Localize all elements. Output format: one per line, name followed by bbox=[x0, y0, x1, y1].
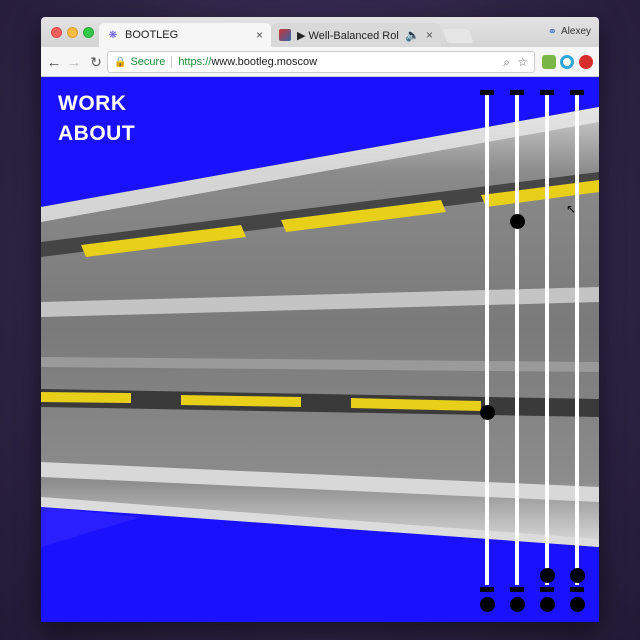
slider-2-knob[interactable] bbox=[509, 214, 525, 230]
lock-icon: 🔒 bbox=[114, 56, 127, 68]
nav-about-link[interactable]: ABOUT bbox=[58, 122, 135, 146]
nav-work-link[interactable]: WORK bbox=[58, 92, 127, 116]
slider-3-bottom-cap bbox=[540, 587, 554, 592]
back-arrow-icon[interactable]: ← bbox=[45, 53, 63, 71]
close-window-button[interactable] bbox=[51, 27, 62, 38]
tab-close-icon[interactable]: × bbox=[426, 28, 433, 42]
extension-ring-icon[interactable] bbox=[560, 55, 574, 69]
page-content: WORK ABOUT ↖ bbox=[41, 77, 599, 622]
secure-label: Secure bbox=[130, 56, 173, 68]
audio-icon[interactable]: 🔈 bbox=[405, 28, 420, 42]
profile-name: Alexey bbox=[560, 26, 591, 37]
profile-button[interactable]: ⚭ Alexey bbox=[548, 25, 591, 38]
url-scheme: https:// bbox=[178, 56, 212, 68]
browser-window: ❋ BOOTLEG × ▶ Well-Balanced Rollback 🔈 ×… bbox=[41, 17, 599, 622]
slider-1-track[interactable] bbox=[485, 90, 489, 585]
slider-2-bottom-cap bbox=[510, 587, 524, 592]
video-favicon-icon bbox=[279, 29, 291, 41]
slider-3-base[interactable] bbox=[539, 597, 555, 612]
zoom-icon[interactable]: ⌕ bbox=[503, 55, 510, 70]
tab-title: BOOTLEG bbox=[125, 29, 179, 41]
slider-4-knob[interactable] bbox=[569, 567, 585, 583]
slider-4-track[interactable] bbox=[575, 90, 579, 585]
slider-2-base[interactable] bbox=[509, 597, 525, 612]
maximize-window-button[interactable] bbox=[83, 27, 94, 38]
slider-3-track[interactable] bbox=[545, 90, 549, 585]
forward-arrow-icon[interactable]: → bbox=[65, 53, 83, 71]
slider-3-knob[interactable] bbox=[539, 567, 555, 583]
bookmark-star-icon[interactable]: ☆ bbox=[517, 55, 528, 69]
extension-puzzle-icon[interactable] bbox=[542, 55, 556, 69]
slider-2-top-cap bbox=[510, 90, 524, 95]
slider-2-track[interactable] bbox=[515, 90, 519, 585]
minimize-window-button[interactable] bbox=[67, 27, 78, 38]
slider-1-top-cap bbox=[480, 90, 494, 95]
mouse-cursor-icon: ↖ bbox=[566, 202, 577, 216]
slider-1-bottom-cap bbox=[480, 587, 494, 592]
tab-video[interactable]: ▶ Well-Balanced Rollback 🔈 × bbox=[271, 23, 441, 47]
url-host: www.bootleg.moscow bbox=[211, 56, 318, 68]
new-tab-button[interactable] bbox=[442, 29, 474, 43]
bootleg-favicon-icon: ❋ bbox=[108, 29, 118, 41]
tab-title: ▶ Well-Balanced Rollback bbox=[297, 29, 399, 42]
browser-toolbar: ← → ↻ 🔒 Secure https:// www.bootleg.mosc… bbox=[41, 47, 599, 77]
slider-4-top-cap bbox=[570, 90, 584, 95]
profile-icon: ⚭ bbox=[547, 26, 557, 38]
slider-3-top-cap bbox=[540, 90, 554, 95]
extension-stop-icon[interactable] bbox=[579, 55, 593, 69]
reload-icon[interactable]: ↻ bbox=[87, 53, 105, 71]
slider-1-base[interactable] bbox=[479, 597, 495, 612]
tab-close-icon[interactable]: × bbox=[256, 28, 263, 42]
tab-bootleg[interactable]: ❋ BOOTLEG × bbox=[99, 23, 271, 47]
title-bar: ❋ BOOTLEG × ▶ Well-Balanced Rollback 🔈 ×… bbox=[41, 17, 599, 47]
slider-1-knob[interactable] bbox=[479, 404, 495, 420]
slider-4-base[interactable] bbox=[569, 597, 585, 612]
slider-4-bottom-cap bbox=[570, 587, 584, 592]
address-bar[interactable]: 🔒 Secure https:// www.bootleg.moscow ⌕ ☆ bbox=[107, 51, 535, 73]
